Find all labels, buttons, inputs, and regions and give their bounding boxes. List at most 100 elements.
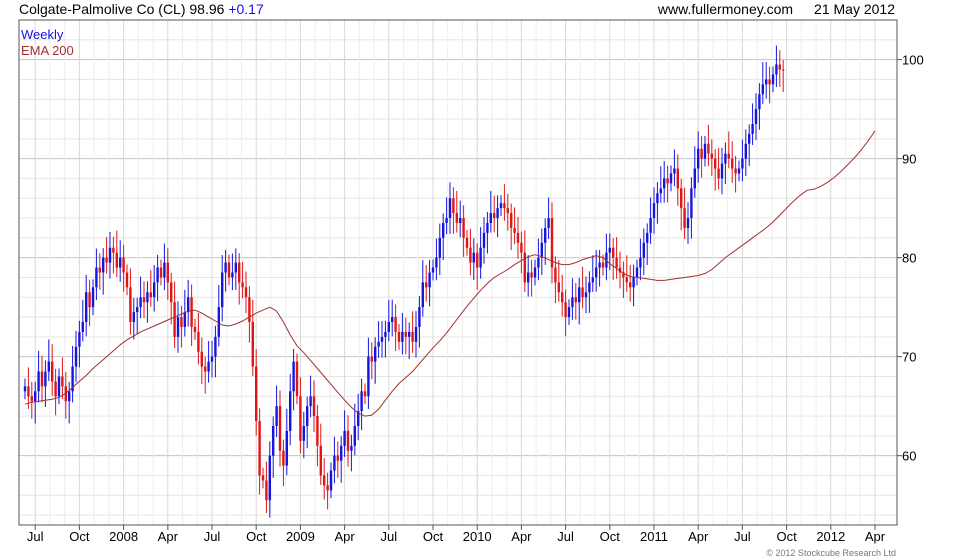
price-bar bbox=[193, 326, 197, 332]
price-bar bbox=[731, 158, 734, 169]
price-bar bbox=[367, 356, 370, 397]
price-bar bbox=[136, 307, 139, 313]
ema-200-line bbox=[24, 130, 876, 417]
price-bar bbox=[302, 425, 305, 441]
x-tick-label: Jul bbox=[734, 529, 751, 544]
price-bar bbox=[156, 267, 159, 283]
price-bar bbox=[588, 282, 591, 293]
price-bar bbox=[204, 366, 207, 372]
x-tick-label: Apr bbox=[158, 529, 179, 544]
price-bar bbox=[180, 317, 183, 327]
price-bar bbox=[625, 277, 628, 283]
x-axis: Jul Oct 2008 Apr Jul Oct 2009 Apr Jul Oct 2010 Apr J… bbox=[27, 525, 886, 544]
price-bar bbox=[748, 133, 751, 144]
price-bar bbox=[98, 267, 101, 273]
price-bar bbox=[370, 356, 373, 362]
price-bar bbox=[768, 79, 771, 85]
price-bar bbox=[282, 450, 285, 466]
price-bar bbox=[394, 317, 397, 332]
price-bar bbox=[744, 143, 747, 159]
price-bar bbox=[656, 193, 659, 204]
price-bar bbox=[81, 322, 84, 332]
price-bar bbox=[74, 346, 78, 367]
price-bar bbox=[537, 257, 540, 268]
price-bar bbox=[258, 421, 261, 476]
price-bar bbox=[724, 153, 727, 164]
price-bar bbox=[591, 277, 594, 283]
price-bar bbox=[23, 386, 27, 392]
x-tick-label: Oct bbox=[69, 529, 90, 544]
x-tick-label: Jul bbox=[557, 529, 574, 544]
x-tick-label: 2009 bbox=[286, 529, 315, 544]
price-bar bbox=[272, 425, 275, 456]
x-tick-label: 2008 bbox=[109, 529, 138, 544]
price-bar bbox=[676, 168, 679, 189]
price-bar bbox=[510, 213, 513, 228]
price-bar bbox=[200, 351, 203, 367]
price-bar bbox=[431, 267, 435, 273]
price-bar bbox=[421, 282, 424, 308]
price-bar bbox=[686, 218, 690, 228]
price-bar bbox=[265, 480, 268, 501]
price-bar bbox=[516, 232, 520, 243]
price-bar bbox=[659, 188, 662, 194]
price-bar bbox=[646, 232, 649, 243]
price-bar bbox=[221, 272, 224, 308]
y-tick-label: 80 bbox=[902, 251, 916, 266]
x-tick-label: Oct bbox=[776, 529, 797, 544]
price-bar bbox=[533, 267, 537, 278]
x-tick-label: 2010 bbox=[463, 529, 492, 544]
y-axis: 60 70 80 90 100 bbox=[897, 53, 924, 464]
price-bar bbox=[47, 361, 50, 372]
price-bar bbox=[278, 406, 282, 451]
price-bar bbox=[142, 297, 146, 303]
price-bar bbox=[363, 391, 367, 397]
price-bar bbox=[329, 470, 333, 491]
price-bar bbox=[122, 257, 125, 273]
price-bar bbox=[132, 312, 135, 323]
x-tick-label: 2011 bbox=[640, 529, 668, 544]
price-bar bbox=[295, 361, 299, 397]
price-bar bbox=[401, 331, 404, 342]
price-bar bbox=[119, 257, 122, 268]
price-bar bbox=[438, 237, 441, 258]
price-bar bbox=[754, 109, 758, 124]
price-bar bbox=[323, 475, 326, 486]
price-bar bbox=[751, 123, 754, 134]
price-bar bbox=[571, 297, 574, 308]
legend-weekly: Weekly bbox=[21, 27, 64, 42]
price-bar bbox=[632, 277, 635, 288]
legend-ema: EMA 200 bbox=[21, 43, 74, 58]
price-bar bbox=[615, 257, 618, 268]
x-tick-label: Apr bbox=[865, 529, 886, 544]
price-bar bbox=[642, 242, 645, 258]
price-bar bbox=[261, 475, 265, 481]
price-bar bbox=[125, 272, 129, 288]
price-bar bbox=[384, 331, 387, 337]
price-bar bbox=[486, 222, 489, 233]
price-bar bbox=[462, 218, 465, 238]
price-bar bbox=[268, 455, 271, 501]
price-bar bbox=[550, 218, 554, 268]
price-bar bbox=[418, 307, 421, 327]
price-bar bbox=[88, 292, 91, 308]
price-bar bbox=[448, 198, 452, 219]
price-bar bbox=[690, 188, 693, 219]
price-bar bbox=[669, 173, 673, 184]
price-bar bbox=[472, 252, 475, 263]
price-bar bbox=[523, 252, 526, 283]
price-bar bbox=[408, 331, 411, 337]
price-bar bbox=[176, 317, 180, 337]
price-bar bbox=[717, 168, 720, 179]
price-bar bbox=[683, 208, 686, 228]
price-bar bbox=[285, 430, 288, 466]
price-bar bbox=[673, 168, 676, 174]
price-bar bbox=[435, 257, 438, 268]
price-bar bbox=[163, 262, 166, 278]
price-bar bbox=[527, 272, 530, 283]
price-bar bbox=[391, 317, 394, 323]
price-bar bbox=[530, 272, 533, 278]
price-bar bbox=[251, 322, 254, 367]
price-bar bbox=[465, 237, 469, 248]
price-bar bbox=[666, 178, 669, 184]
